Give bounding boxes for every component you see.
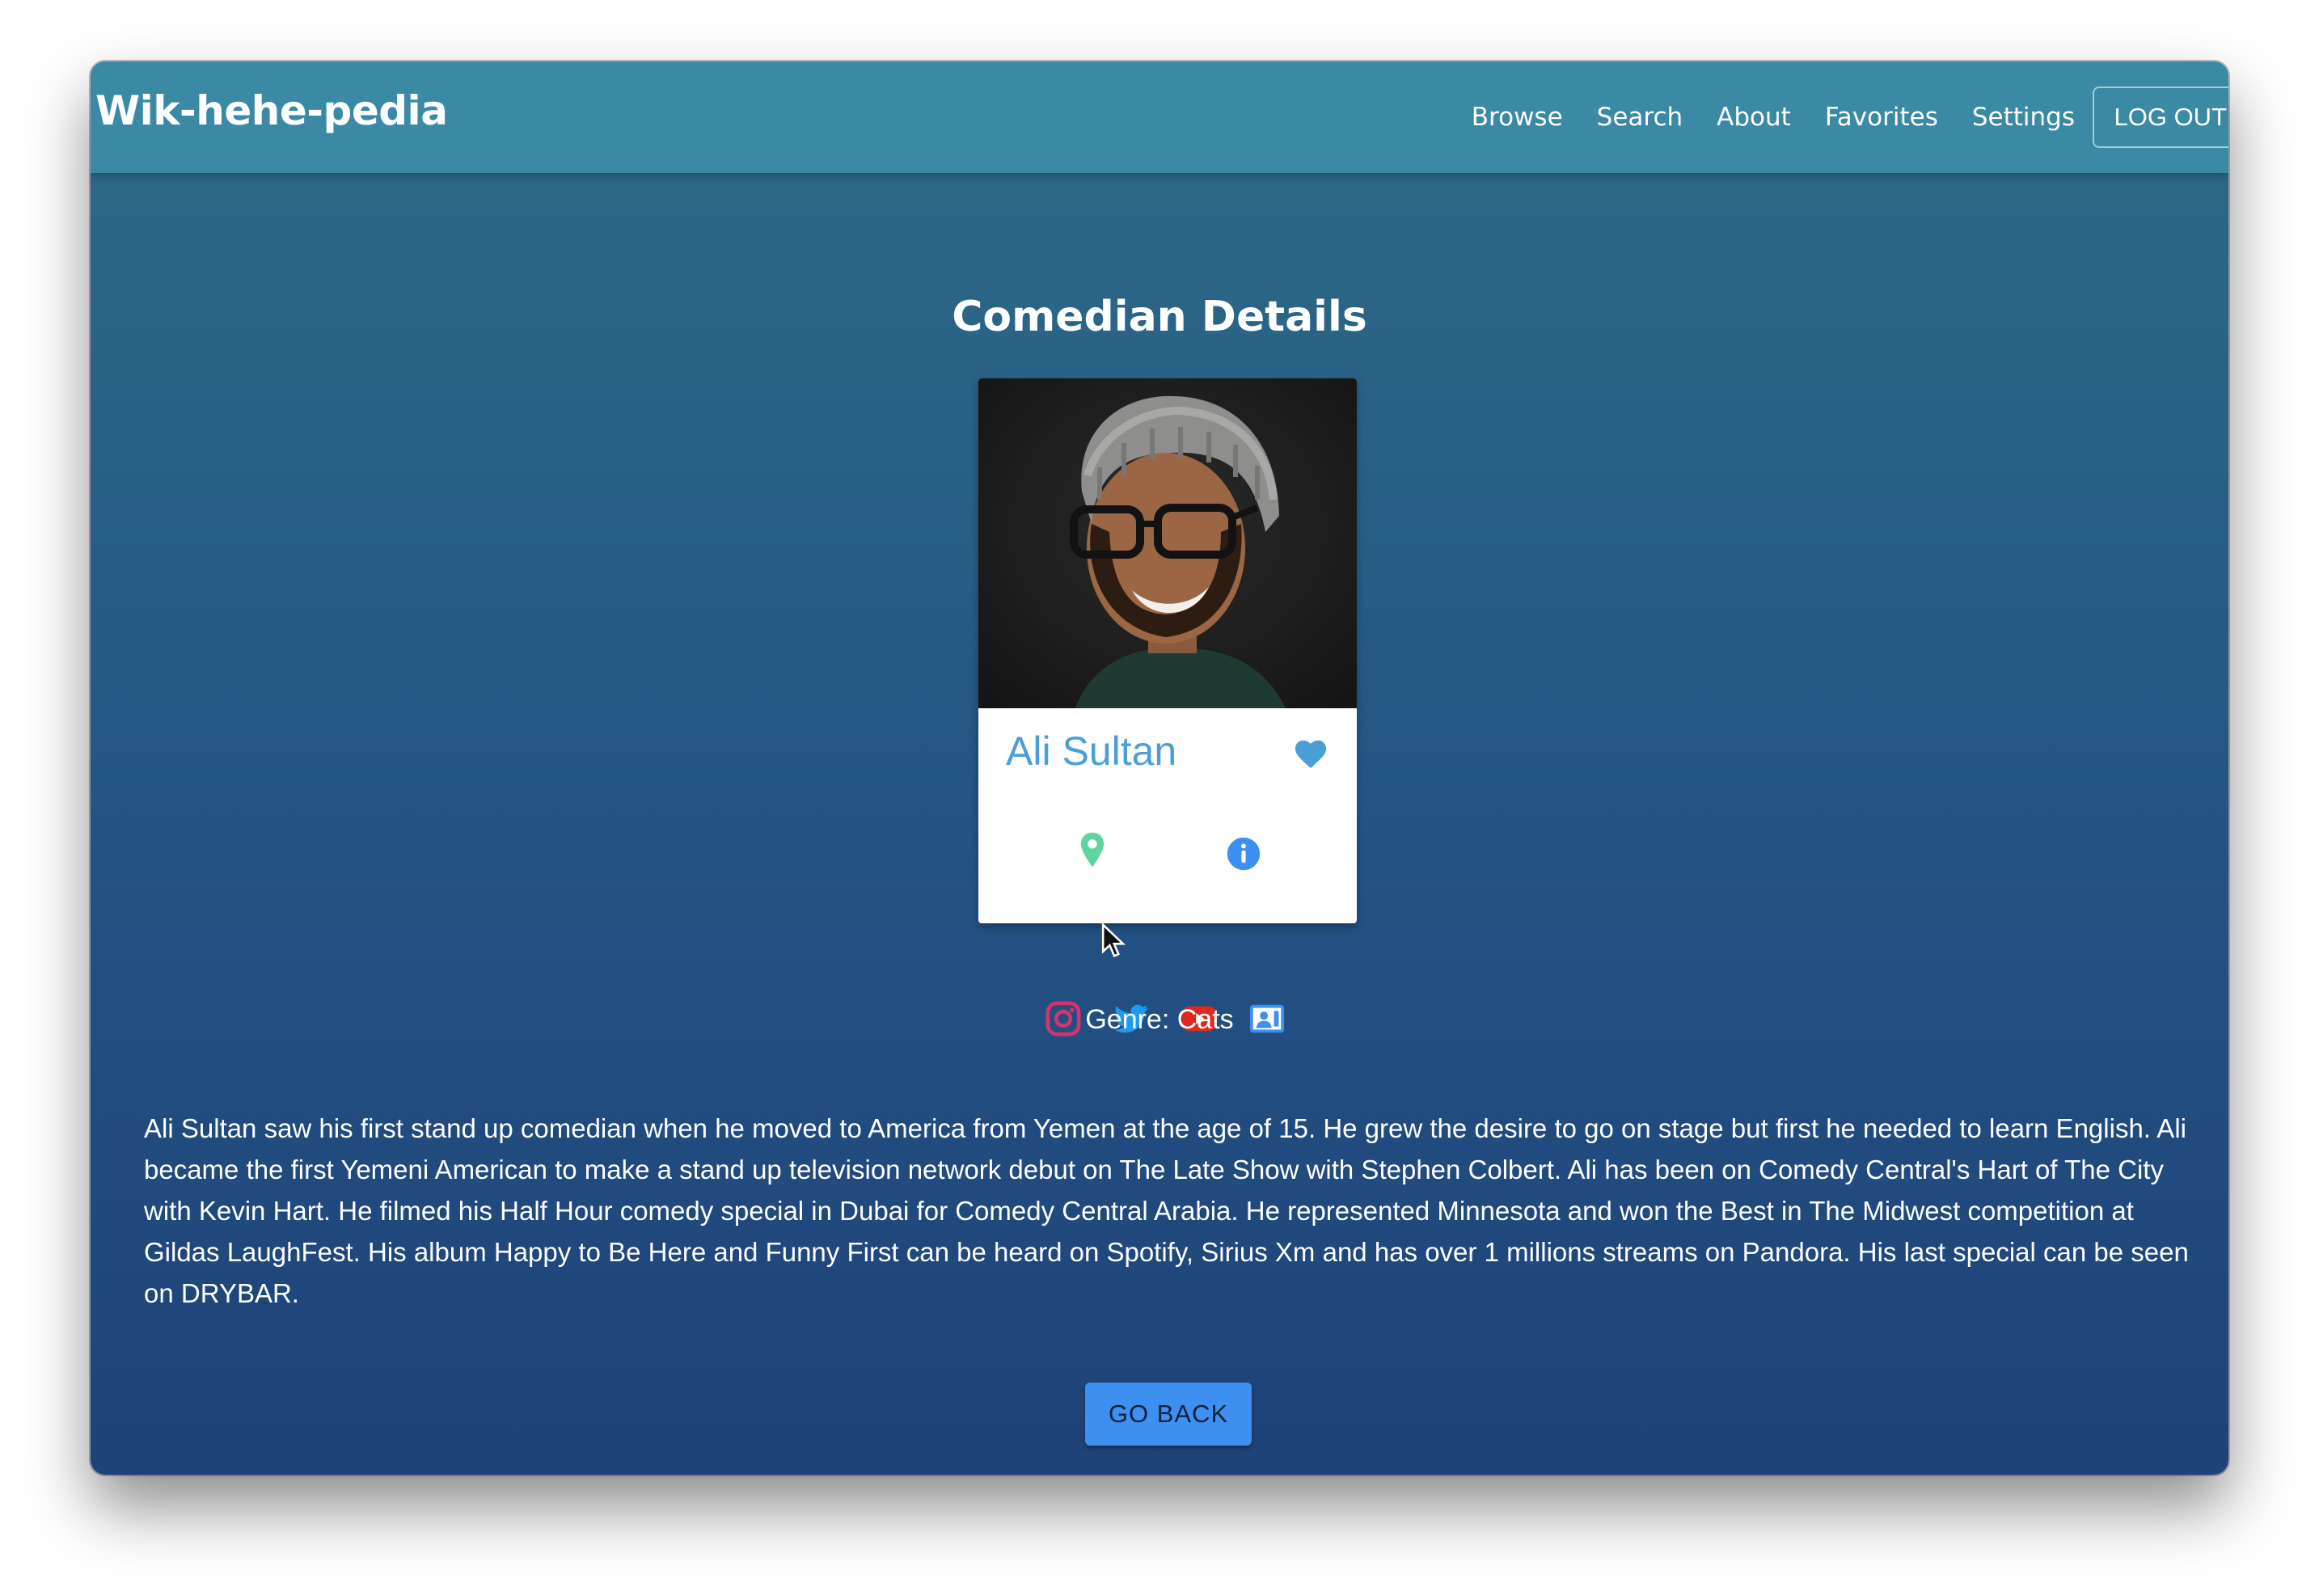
heart-icon[interactable] — [1292, 736, 1329, 770]
navbar: Wik-hehe-pedia Browse Search About Favor… — [91, 61, 2228, 173]
nav-link-browse[interactable]: Browse — [1472, 103, 1563, 132]
nav-link-search[interactable]: Search — [1597, 103, 1683, 132]
mouse-cursor-icon — [1101, 923, 1126, 958]
genre-label: Genre: Cats — [1085, 1004, 1234, 1035]
info-icon[interactable] — [1226, 836, 1261, 872]
nav-links: Browse Search About Favorites Settings L… — [1438, 61, 2228, 173]
comedian-bio: Ali Sultan saw his first stand up comedi… — [144, 1113, 2189, 1308]
comedian-name: Ali Sultan — [1006, 728, 1177, 774]
comedian-photo — [978, 378, 1357, 708]
browser-window: Wik-hehe-pedia Browse Search About Favor… — [91, 61, 2228, 1475]
brand-logo[interactable]: Wik-hehe-pedia — [95, 87, 448, 134]
go-back-button[interactable]: GO BACK — [1085, 1383, 1252, 1446]
logout-label: LOG OUT — [2114, 103, 2227, 131]
nav-link-favorites[interactable]: Favorites — [1825, 103, 1938, 132]
location-pin-icon[interactable] — [1079, 831, 1106, 868]
logout-button[interactable]: LOG OUT — [2093, 87, 2228, 148]
nav-link-settings[interactable]: Settings — [1972, 103, 2075, 132]
page-title: Comedian Details — [952, 293, 1367, 341]
comedian-card: Ali Sultan — [978, 378, 1357, 923]
nav-link-about[interactable]: About — [1717, 103, 1791, 132]
